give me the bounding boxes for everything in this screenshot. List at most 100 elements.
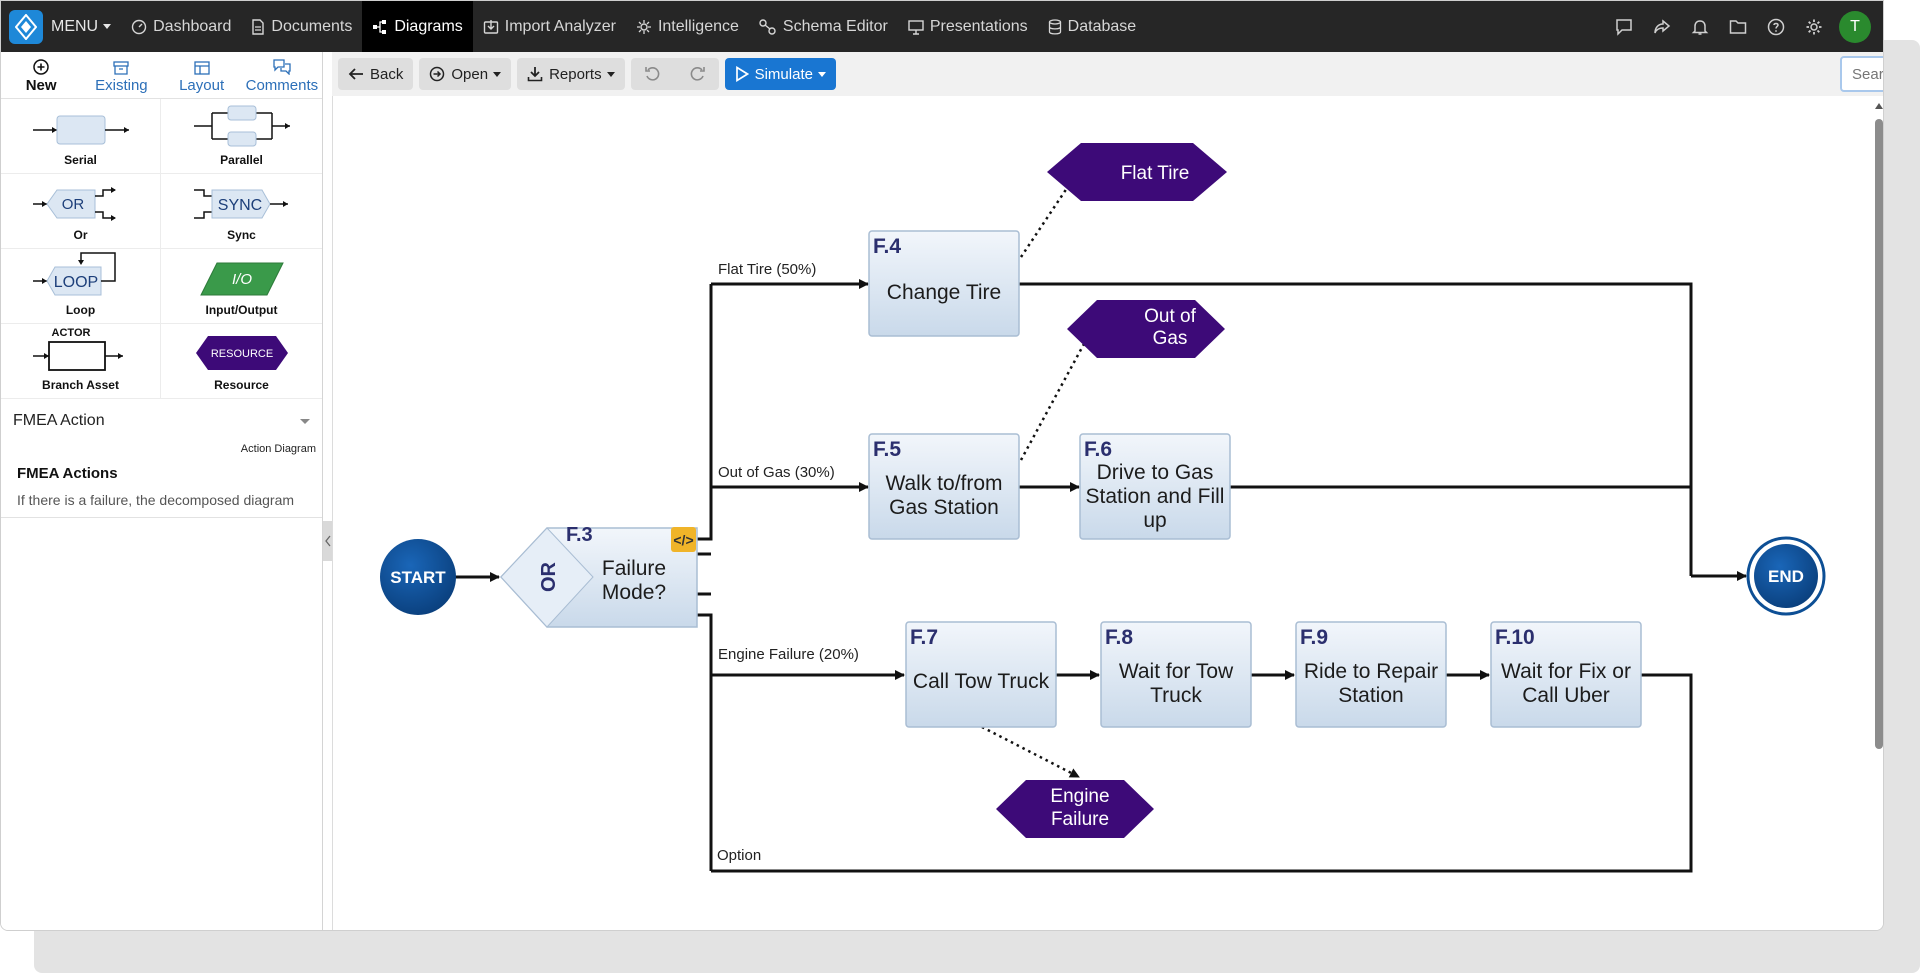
palette-loop[interactable]: LOOP Loop <box>1 249 161 324</box>
canvas-scrollbar[interactable] <box>1873 101 1883 930</box>
help-button[interactable] <box>1757 1 1795 52</box>
intelligence-icon <box>636 19 651 34</box>
process-node-f6[interactable]: F.6 Drive to Gas Station and Fill up <box>1079 433 1231 540</box>
nav-database[interactable]: Database <box>1038 1 1147 52</box>
notifications-button[interactable] <box>1681 1 1719 52</box>
io-shape-icon: I/O <box>199 262 284 296</box>
palette-resource[interactable]: RESOURCE Resource <box>161 324 322 399</box>
palette-io-label: Input/Output <box>205 303 278 317</box>
chat-button[interactable] <box>1605 1 1643 52</box>
diagram-search-input[interactable] <box>1840 56 1883 92</box>
palette-actor-glyph: ACTOR <box>51 327 90 339</box>
palette-serial[interactable]: Serial <box>1 99 161 174</box>
diagram-type-select[interactable]: FMEA Action <box>1 399 322 443</box>
palette-input-output[interactable]: I/O Input/Output <box>161 249 322 324</box>
nav-dashboard[interactable]: Dashboard <box>121 1 241 52</box>
branch-label-flat-tire: Flat Tire (50%) <box>718 261 816 278</box>
resource-out-of-gas[interactable]: Out of Gas <box>1067 300 1225 358</box>
palette-sync-glyph: SYNC <box>217 197 261 214</box>
nav-schema-editor[interactable]: Schema Editor <box>749 1 898 52</box>
menu-label: MENU <box>51 17 99 35</box>
redo-button[interactable] <box>675 58 719 90</box>
scrollbar-thumb[interactable] <box>1875 119 1883 749</box>
panel-collapse-handle[interactable] <box>323 521 332 561</box>
divider <box>1 517 322 518</box>
import-icon <box>483 19 498 34</box>
process-node-f9[interactable]: F.9 Ride to Repair Station <box>1295 621 1447 728</box>
reports-button[interactable]: Reports <box>517 58 625 90</box>
nav-presentations[interactable]: Presentations <box>898 1 1038 52</box>
layout-icon <box>193 61 210 75</box>
settings-button[interactable] <box>1795 1 1833 52</box>
palette-branch-asset[interactable]: ACTOR Branch Asset <box>1 324 161 399</box>
nav-diagrams-label: Diagrams <box>394 17 463 35</box>
process-node-f5[interactable]: F.5 Walk to/from Gas Station <box>868 433 1020 540</box>
process-node-f4[interactable]: F.4 Change Tire <box>868 230 1020 337</box>
palette-parallel[interactable]: Parallel <box>161 99 322 174</box>
user-avatar[interactable]: T <box>1839 10 1871 43</box>
fmea-actions-title: FMEA Actions <box>17 465 118 482</box>
nav-intelligence-label: Intelligence <box>657 17 739 35</box>
palette-or-glyph: OR <box>61 196 84 213</box>
folder-icon <box>1729 19 1747 34</box>
plus-circle-icon <box>33 59 49 75</box>
resource-out-of-gas-line-2: Gas <box>1153 328 1188 349</box>
f8-line-1: Wait for Tow <box>1119 660 1234 683</box>
main-menu-button[interactable]: MENU <box>43 1 121 52</box>
download-icon <box>527 67 543 82</box>
branch-label-out-of-gas: Out of Gas (30%) <box>718 464 835 481</box>
nav-diagrams[interactable]: Diagrams <box>362 1 473 52</box>
palette-or-label: Or <box>73 228 88 242</box>
share-button[interactable] <box>1643 1 1681 52</box>
process-node-f7[interactable]: F.7 Call Tow Truck <box>905 621 1057 728</box>
resource-flat-tire-label: Flat Tire <box>1121 163 1190 184</box>
palette-or[interactable]: OR Or <box>1 174 161 249</box>
nav-documents[interactable]: Documents <box>241 1 362 52</box>
back-label: Back <box>370 65 404 83</box>
schema-icon <box>759 18 776 35</box>
folder-button[interactable] <box>1719 1 1757 52</box>
diagram-svg: Flat Tire (50%) Out of Gas (30%) Engine … <box>380 143 1826 873</box>
resource-engine-failure[interactable]: Engine Failure <box>996 780 1154 838</box>
chevron-down-icon <box>493 71 502 77</box>
undo-button[interactable] <box>631 58 675 90</box>
back-button[interactable]: Back <box>338 58 414 90</box>
app-logo[interactable] <box>9 9 43 44</box>
diagram-type-value: FMEA Action <box>13 412 105 429</box>
simulate-button[interactable]: Simulate <box>724 58 836 90</box>
open-button[interactable]: Open <box>419 58 512 90</box>
or-node-f3[interactable]: F.3 OR Failure Mode? </> <box>499 524 698 628</box>
palette-resource-label: Resource <box>214 378 269 392</box>
resource-out-of-gas-line-1: Out of <box>1144 306 1196 327</box>
nav-import-analyzer[interactable]: Import Analyzer <box>473 1 626 52</box>
reports-label: Reports <box>549 65 602 83</box>
branch-label-option: Option <box>717 847 761 864</box>
actor-shape-icon: ACTOR <box>32 327 123 371</box>
open-label: Open <box>451 65 489 83</box>
tab-new[interactable]: New <box>1 52 81 98</box>
f6-line-2: Station and Fill <box>1086 485 1225 508</box>
code-badge[interactable]: </> <box>671 527 696 552</box>
tab-comments[interactable]: Comments <box>242 52 322 98</box>
end-node[interactable]: END <box>1746 536 1826 616</box>
f10-id: F.10 <box>1495 626 1535 649</box>
process-node-f10[interactable]: F.10 Wait for Fix or Call Uber <box>1490 621 1642 728</box>
diagram-canvas[interactable]: Flat Tire (50%) Out of Gas (30%) Engine … <box>332 96 1883 930</box>
f8-id: F.8 <box>1105 626 1133 649</box>
navbar-right-actions: T <box>1605 1 1883 52</box>
f7-id: F.7 <box>910 626 938 649</box>
tab-layout[interactable]: Layout <box>162 52 242 98</box>
tab-existing[interactable]: Existing <box>81 52 161 98</box>
tab-comments-label: Comments <box>245 77 319 94</box>
f5-id: F.5 <box>873 438 901 461</box>
tab-new-label: New <box>25 77 57 94</box>
resource-flat-tire[interactable]: Flat Tire <box>1047 143 1227 201</box>
f9-line-1: Ride to Repair <box>1304 660 1438 683</box>
process-node-f8[interactable]: F.8 Wait for Tow Truck <box>1100 621 1252 728</box>
palette-sync[interactable]: SYNC Sync <box>161 174 322 249</box>
palette-sync-label: Sync <box>227 228 256 242</box>
f7-line-1: Call Tow Truck <box>913 670 1050 693</box>
palette-io-glyph: I/O <box>231 271 251 288</box>
nav-intelligence[interactable]: Intelligence <box>626 1 749 52</box>
start-node[interactable]: START <box>380 539 456 615</box>
